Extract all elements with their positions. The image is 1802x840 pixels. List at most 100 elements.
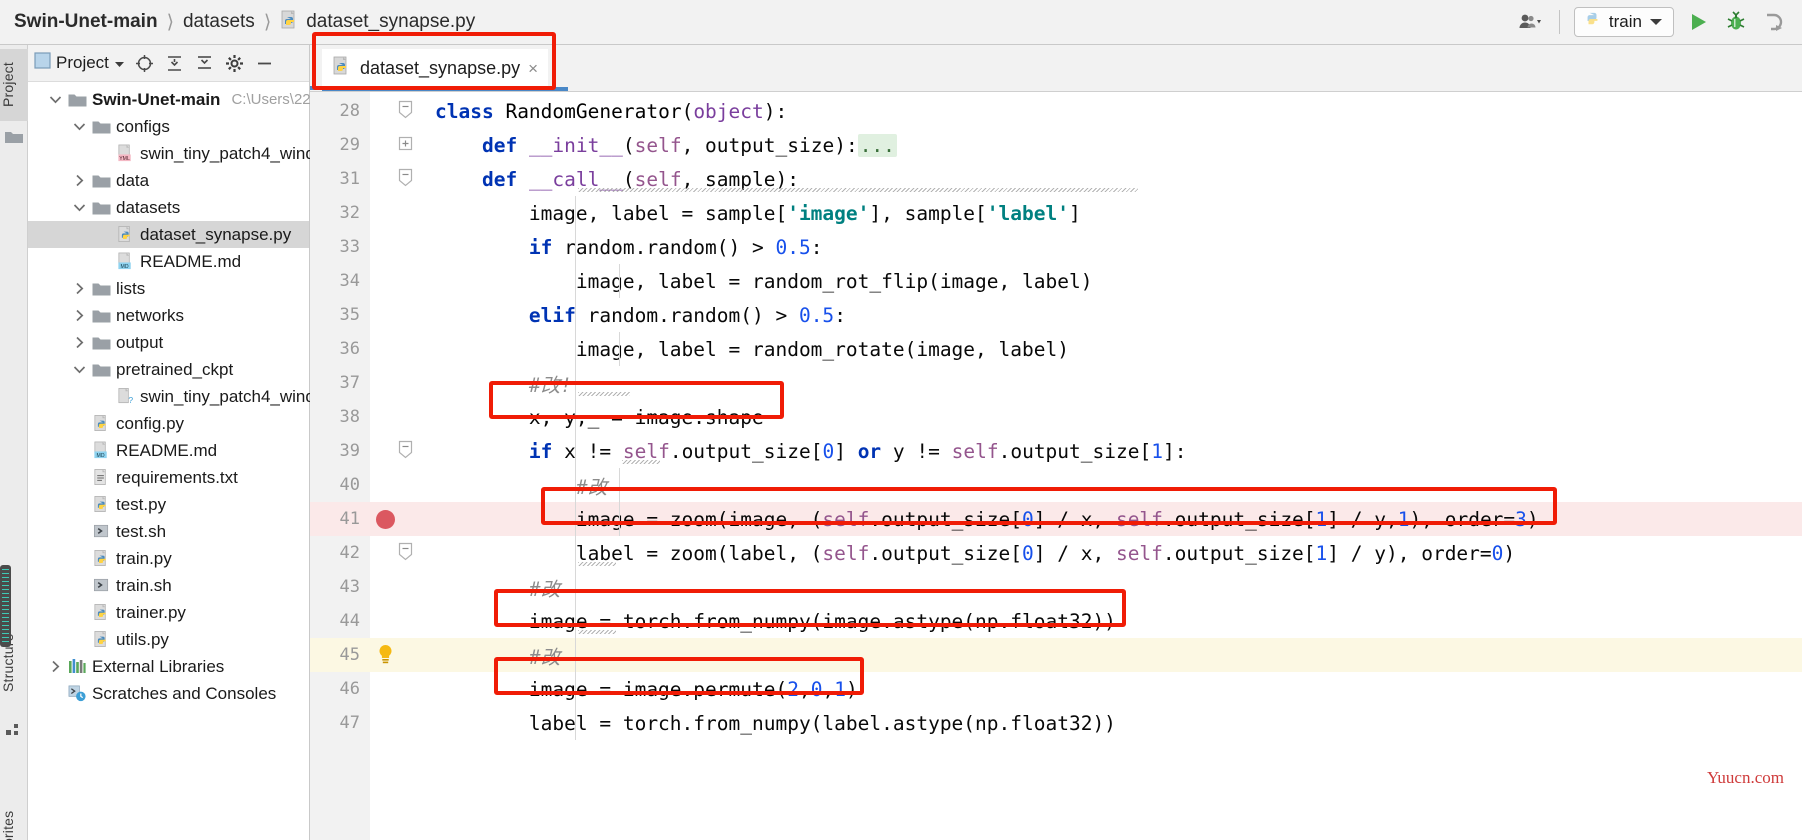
tree-item-swin-tiny-patch4-windo[interactable]: YML swin_tiny_patch4_windo <box>28 140 324 167</box>
tree-item-output[interactable]: output <box>28 329 309 356</box>
code-token-num: 3 <box>1515 507 1527 531</box>
tree-item-readme-md[interactable]: MD README.md <box>28 248 309 275</box>
chevron-right-icon[interactable] <box>71 309 87 322</box>
code-line[interactable]: 29 def __init__(self, output_size):... <box>310 128 1802 162</box>
user-avatar-icon[interactable] <box>1517 8 1545 36</box>
locate-icon[interactable] <box>135 53 155 73</box>
tree-item-label: data <box>116 170 150 190</box>
fold-collapse-icon[interactable] <box>396 439 414 464</box>
code-line[interactable]: 37 #改! <box>310 366 1802 400</box>
tree-item-utils-py[interactable]: utils.py <box>28 626 309 653</box>
tree-item-lists[interactable]: lists <box>28 275 309 302</box>
code-line[interactable]: 41 image = zoom(image, (self.output_size… <box>310 502 1802 536</box>
code-token: random.random() > <box>587 303 799 327</box>
code-line[interactable]: 32 image, label = sample['image'], sampl… <box>310 196 1802 230</box>
editor-tab-dataset-synapse[interactable]: dataset_synapse.py × <box>322 49 549 88</box>
fold-collapse-icon[interactable] <box>396 167 414 192</box>
code-token: .output_size[ <box>998 439 1152 463</box>
code-token: ) <box>845 677 858 701</box>
fold-collapse-icon[interactable] <box>396 541 414 566</box>
tree-item-scratches-and-consoles[interactable]: Scratches and Consoles <box>28 680 309 707</box>
code-line[interactable]: 34 image, label = random_rot_flip(image,… <box>310 264 1802 298</box>
tree-item-requirements-txt[interactable]: requirements.txt <box>28 464 309 491</box>
code-token: ( <box>681 99 694 123</box>
code-token-kw: def <box>481 167 529 191</box>
code-line[interactable]: 45 #改 <box>310 638 1802 672</box>
chevron-down-icon[interactable] <box>47 95 63 104</box>
breadcrumb-project[interactable]: Swin-Unet-main <box>14 11 158 33</box>
chevron-down-icon[interactable] <box>71 365 87 374</box>
tree-item-networks[interactable]: networks <box>28 302 309 329</box>
tree-item-test-sh[interactable]: test.sh <box>28 518 309 545</box>
code-token-num: 0 <box>822 439 835 463</box>
close-icon[interactable]: × <box>528 59 538 79</box>
code-line[interactable]: 43 #改 <box>310 570 1802 604</box>
tree-item-pretrained-ckpt[interactable]: pretrained_ckpt <box>28 356 309 383</box>
expand-all-icon[interactable] <box>165 53 185 73</box>
tree-item-swin-tiny-patch4-windo[interactable]: ? swin_tiny_patch4_windo <box>28 383 324 410</box>
code-line[interactable]: 35 elif random.random() > 0.5: <box>310 298 1802 332</box>
tree-item-data[interactable]: data <box>28 167 309 194</box>
sidebar-item-favorites[interactable]: Favorites <box>0 800 28 840</box>
chevron-down-icon[interactable] <box>71 122 87 131</box>
code-line[interactable]: 38 x, y,_ = image.shape <box>310 400 1802 434</box>
line-number: 33 <box>339 237 360 257</box>
tree-item-train-py[interactable]: train.py <box>28 545 309 572</box>
debug-icon[interactable] <box>1722 8 1750 36</box>
chevron-right-icon[interactable] <box>71 282 87 295</box>
hide-panel-icon[interactable] <box>255 53 275 73</box>
chevron-right-icon[interactable] <box>71 174 87 187</box>
code-line[interactable]: 39 if x != self.output_size[0] or y != s… <box>310 434 1802 468</box>
code-line[interactable]: 47 label = torch.from_numpy(label.astype… <box>310 706 1802 740</box>
chevron-right-icon[interactable] <box>71 336 87 349</box>
code-token: .output_size[ <box>869 507 1023 531</box>
code-token-num: 0 <box>1491 541 1504 565</box>
intention-bulb-icon[interactable] <box>376 644 395 666</box>
code-line[interactable]: 42 label = zoom(label, (self.output_size… <box>310 536 1802 570</box>
code-line[interactable]: 33 if random.random() > 0.5: <box>310 230 1802 264</box>
tree-item-readme-md[interactable]: MD README.md <box>28 437 309 464</box>
editor-minimap-thumb[interactable] <box>0 565 11 647</box>
code-text: elif random.random() > 0.5: <box>435 304 846 327</box>
run-icon[interactable] <box>1684 8 1712 36</box>
fold-collapse-icon[interactable] <box>396 99 414 124</box>
code-line[interactable]: 28 class RandomGenerator(object): <box>310 94 1802 128</box>
breadcrumb-file[interactable]: dataset_synapse.py <box>280 10 475 35</box>
tree-item-trainer-py[interactable]: trainer.py <box>28 599 309 626</box>
tree-item-dataset-synapse-py[interactable]: dataset_synapse.py <box>28 221 309 248</box>
project-panel-title[interactable]: Project <box>34 52 125 74</box>
code-editor[interactable]: 28 class RandomGenerator(object): 29 def _… <box>310 92 1802 840</box>
fold-expand-icon[interactable] <box>396 135 414 155</box>
tree-item-label: Swin-Unet-main <box>92 89 221 109</box>
breakpoint-icon[interactable] <box>376 510 395 529</box>
chevron-down-icon[interactable] <box>71 203 87 212</box>
tree-item-swin-unet-main[interactable]: Swin-Unet-main C:\Users\22 <box>28 86 311 113</box>
collapse-all-icon[interactable] <box>195 53 215 73</box>
tree-item-label: README.md <box>140 251 242 271</box>
tree-item-config-py[interactable]: config.py <box>28 410 309 437</box>
chevron-right-icon[interactable] <box>47 660 63 673</box>
code-line[interactable]: 40 #改 <box>310 468 1802 502</box>
sidebar-item-project[interactable]: Project <box>0 49 28 121</box>
run-configuration-selector[interactable]: train <box>1573 7 1674 37</box>
tree-item-datasets[interactable]: datasets <box>28 194 309 221</box>
code-line[interactable]: 46 image = image.permute(2,0,1) <box>310 672 1802 706</box>
error-squiggle <box>578 188 1138 192</box>
tree-item-configs[interactable]: configs <box>28 113 309 140</box>
code-text: class RandomGenerator(object): <box>435 100 787 123</box>
svg-text:MD: MD <box>97 453 105 459</box>
breadcrumb-folder[interactable]: datasets <box>183 11 255 33</box>
tree-item-external-libraries[interactable]: External Libraries <box>28 653 309 680</box>
code-token: image = torch.from_numpy(image.astype(np… <box>435 609 1116 633</box>
coverage-icon[interactable] <box>1760 8 1788 36</box>
tree-item-test-py[interactable]: test.py <box>28 491 309 518</box>
line-number: 31 <box>339 169 360 189</box>
settings-icon[interactable] <box>225 53 245 73</box>
code-line[interactable]: 36 image, label = random_rotate(image, l… <box>310 332 1802 366</box>
tree-item-label: README.md <box>116 440 218 460</box>
tree-item-train-sh[interactable]: train.sh <box>28 572 309 599</box>
code-line[interactable]: 44 image = torch.from_numpy(image.astype… <box>310 604 1802 638</box>
code-token-cmt: #改 <box>435 577 561 601</box>
